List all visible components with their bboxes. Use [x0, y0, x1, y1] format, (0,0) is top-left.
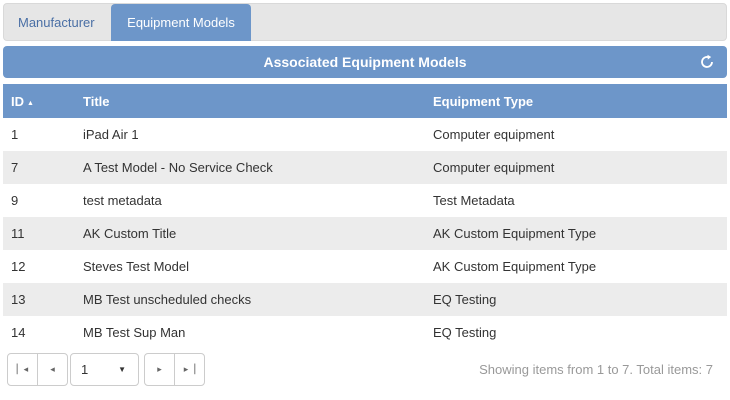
next-page-button[interactable]: ▸ [144, 353, 175, 386]
table-row[interactable]: 12 Steves Test Model AK Custom Equipment… [3, 250, 727, 283]
sort-ascending-icon: ▲ [27, 99, 34, 107]
previous-page-button[interactable]: ◂ [37, 353, 68, 386]
pager-info: Showing items from 1 to 7. Total items: … [479, 362, 713, 377]
cell-id: 9 [11, 193, 19, 208]
previous-page-icon: ◂ [50, 364, 55, 374]
table-row[interactable]: 9 test metadata Test Metadata [3, 184, 727, 217]
cell-equipment-type: AK Custom Equipment Type [433, 226, 597, 241]
cell-id: 13 [11, 292, 26, 307]
table-row[interactable]: 1 iPad Air 1 Computer equipment [3, 118, 727, 151]
cell-title: MB Test unscheduled checks [83, 292, 252, 307]
cell-id: 7 [11, 160, 19, 175]
next-page-icon: ▸ [157, 364, 162, 374]
grid-header-row: ID ▲ Title Equipment Type [3, 84, 727, 118]
cell-equipment-type: AK Custom Equipment Type [433, 259, 597, 274]
tab-equipment-models[interactable]: Equipment Models [111, 4, 251, 41]
cell-id: 12 [11, 259, 26, 274]
cell-title: Steves Test Model [83, 259, 189, 274]
first-page-icon: ▏◂ [16, 364, 29, 374]
table-row[interactable]: 13 MB Test unscheduled checks EQ Testing [3, 283, 727, 316]
column-header-equipment-type[interactable]: Equipment Type [425, 84, 727, 118]
cell-id: 11 [11, 226, 25, 241]
last-page-button[interactable]: ▸▕ [174, 353, 205, 386]
cell-title: test metadata [83, 193, 162, 208]
cell-equipment-type: Test Metadata [433, 193, 515, 208]
column-header-id-label: ID [11, 93, 24, 109]
table-row[interactable]: 14 MB Test Sup Man EQ Testing [3, 316, 727, 349]
cell-title: AK Custom Title [83, 226, 177, 241]
cell-equipment-type: EQ Testing [433, 325, 497, 340]
refresh-icon[interactable] [699, 54, 715, 70]
tab-manufacturer[interactable]: Manufacturer [6, 4, 107, 41]
page-select[interactable]: 1 ▼ [70, 353, 139, 386]
cell-id: 1 [11, 127, 19, 142]
cell-equipment-type: Computer equipment [433, 127, 555, 142]
cell-equipment-type: EQ Testing [433, 292, 497, 307]
cell-title: MB Test Sup Man [83, 325, 186, 340]
column-header-id[interactable]: ID ▲ [3, 84, 75, 118]
cell-equipment-type: Computer equipment [433, 160, 555, 175]
table-row[interactable]: 7 A Test Model - No Service Check Comput… [3, 151, 727, 184]
table-row[interactable]: 11 AK Custom Title AK Custom Equipment T… [3, 217, 727, 250]
equipment-models-grid: ID ▲ Title Equipment Type 1 iPad Air 1 Co… [3, 84, 727, 349]
panel-header: Associated Equipment Models [3, 46, 727, 78]
tabstrip: Manufacturer Equipment Models [3, 3, 727, 41]
chevron-down-icon: ▼ [118, 365, 126, 374]
page-select-value: 1 [81, 362, 89, 377]
cell-title: A Test Model - No Service Check [83, 160, 273, 175]
first-page-button[interactable]: ▏◂ [7, 353, 38, 386]
cell-title: iPad Air 1 [83, 127, 139, 142]
panel-title: Associated Equipment Models [263, 54, 467, 70]
cell-id: 14 [11, 325, 26, 340]
last-page-icon: ▸▕ [183, 364, 196, 374]
column-header-title[interactable]: Title [75, 84, 425, 118]
